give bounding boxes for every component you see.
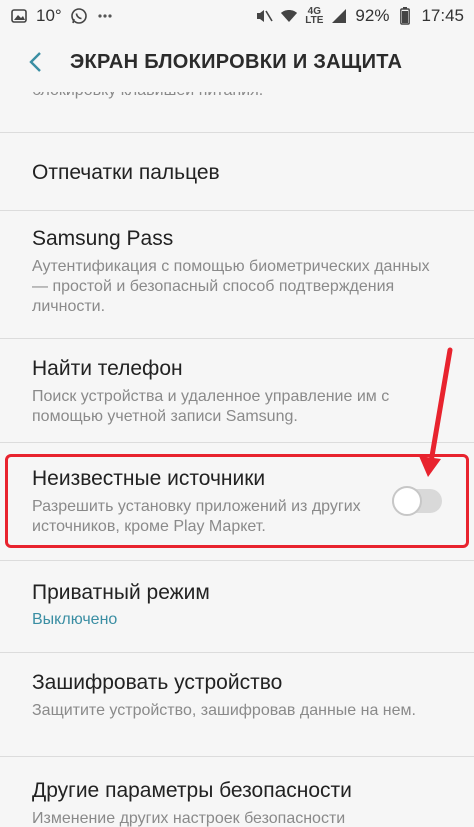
- setting-description: Изменение других настроек безопасности: [32, 810, 346, 827]
- temperature-text: 10°: [36, 6, 62, 25]
- whatsapp-icon: [70, 7, 88, 25]
- divider: [0, 560, 474, 561]
- setting-title: Другие параметры безопасности: [32, 779, 352, 802]
- setting-find-phone[interactable]: Найти телефон Поиск устройства и удаленн…: [0, 356, 474, 427]
- divider: [0, 338, 474, 339]
- battery-icon: [396, 7, 414, 25]
- setting-status: Выключено: [32, 611, 118, 628]
- divider: [0, 442, 474, 443]
- divider: [0, 210, 474, 211]
- setting-other-security[interactable]: Другие параметры безопасности Изменение …: [0, 778, 474, 827]
- setting-title: Samsung Pass: [32, 227, 174, 250]
- settings-list[interactable]: блокировку клавишей питания. Отпечатки п…: [0, 92, 474, 827]
- setting-encrypt-device[interactable]: Зашифровать устройство Защитите устройст…: [0, 670, 474, 721]
- setting-description: Защитите устройство, зашифровав данные н…: [32, 702, 416, 719]
- setting-title: Приватный режим: [32, 581, 210, 604]
- highlight-frame: [5, 454, 469, 548]
- setting-description: Аутентификация с помощью биометрических …: [32, 258, 430, 315]
- divider: [0, 652, 474, 653]
- mute-icon: [255, 7, 273, 25]
- battery-percent: 92%: [355, 6, 390, 25]
- setting-fingerprints[interactable]: Отпечатки пальцев: [0, 160, 474, 186]
- clock: 17:45: [421, 6, 464, 25]
- setting-private-mode[interactable]: Приватный режим Выключено: [0, 580, 474, 630]
- signal-icon: [330, 7, 348, 25]
- partial-description: блокировку клавишей питания.: [32, 92, 454, 101]
- back-button[interactable]: [0, 32, 70, 92]
- setting-description: Поиск устройства и удаленное управление …: [32, 388, 390, 425]
- divider: [0, 756, 474, 757]
- more-notifications-icon: [96, 7, 114, 25]
- gallery-icon: [10, 7, 28, 25]
- wifi-icon: [280, 7, 298, 25]
- setting-title: Отпечатки пальцев: [32, 161, 220, 184]
- setting-title: Зашифровать устройство: [32, 671, 283, 694]
- chevron-left-icon: [29, 52, 41, 72]
- status-bar: 10° 4G LTE 92% 17:45: [0, 0, 474, 32]
- setting-title: Найти телефон: [32, 357, 183, 380]
- divider: [0, 132, 474, 133]
- page-title: ЭКРАН БЛОКИРОВКИ И ЗАЩИТА: [70, 50, 403, 73]
- app-header: ЭКРАН БЛОКИРОВКИ И ЗАЩИТА: [0, 32, 474, 92]
- setting-samsung-pass[interactable]: Samsung Pass Аутентификация с помощью би…: [0, 226, 474, 317]
- lte-text: LTE: [305, 15, 324, 26]
